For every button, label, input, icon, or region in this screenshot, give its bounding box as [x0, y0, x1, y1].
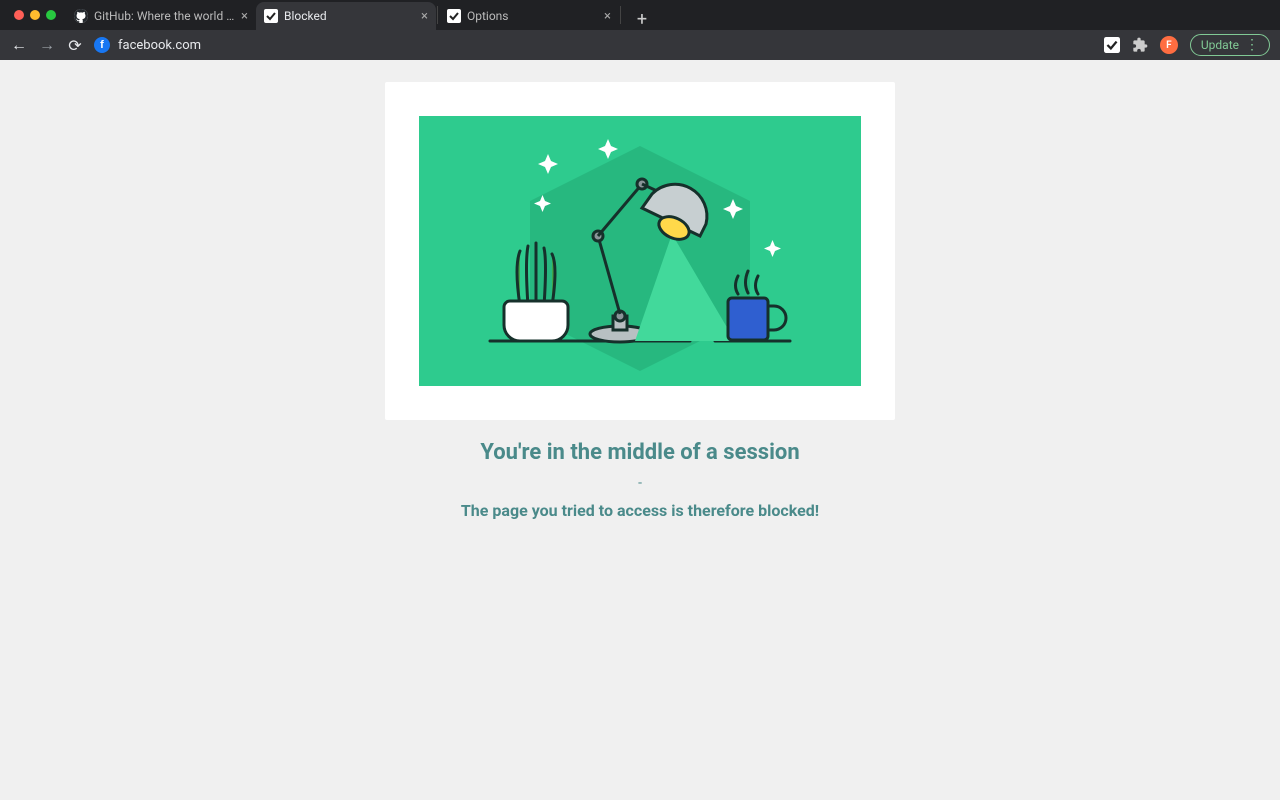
- window-close-button[interactable]: [14, 10, 24, 20]
- toolbar: ← → ⟳ f facebook.com F Update ⋮: [0, 30, 1280, 60]
- tab-strip: GitHub: Where the world build… × Blocked…: [0, 0, 1280, 30]
- close-icon[interactable]: ×: [604, 9, 611, 24]
- forward-button[interactable]: →: [38, 35, 56, 55]
- tab-title: GitHub: Where the world build…: [94, 9, 235, 23]
- tab-blocked[interactable]: Blocked ×: [256, 2, 436, 30]
- window-fullscreen-button[interactable]: [46, 10, 56, 20]
- hero-illustration: [419, 116, 861, 386]
- separator: -: [461, 475, 819, 491]
- site-favicon: f: [94, 37, 110, 53]
- close-icon[interactable]: ×: [241, 9, 248, 24]
- tab-divider: [437, 6, 438, 24]
- site-favicon-letter: f: [100, 39, 104, 51]
- tab-options[interactable]: Options ×: [439, 2, 619, 30]
- tab-divider: [620, 6, 621, 24]
- tabs: GitHub: Where the world build… × Blocked…: [66, 0, 654, 30]
- back-button[interactable]: ←: [10, 35, 28, 55]
- profile-letter: F: [1166, 40, 1172, 51]
- extension-icon: [264, 9, 278, 23]
- extension-icon: [447, 9, 461, 23]
- address-bar[interactable]: f facebook.com: [94, 37, 201, 53]
- toolbar-right: F Update ⋮: [1104, 34, 1270, 56]
- new-tab-button[interactable]: +: [630, 9, 654, 30]
- github-icon: [74, 9, 88, 23]
- extension-pinned-icon[interactable]: [1104, 37, 1120, 53]
- browser-chrome: GitHub: Where the world build… × Blocked…: [0, 0, 1280, 60]
- tab-github[interactable]: GitHub: Where the world build… ×: [66, 2, 256, 30]
- tab-title: Options: [467, 9, 598, 23]
- window-controls: [8, 10, 66, 20]
- extensions-icon[interactable]: [1132, 37, 1148, 53]
- close-icon[interactable]: ×: [421, 9, 428, 24]
- window-minimize-button[interactable]: [30, 10, 40, 20]
- profile-avatar[interactable]: F: [1160, 36, 1178, 54]
- page-viewport: You're in the middle of a session - The …: [0, 60, 1280, 800]
- blocked-message: You're in the middle of a session - The …: [461, 440, 819, 520]
- tab-title: Blocked: [284, 9, 415, 23]
- blocked-card: [385, 82, 895, 420]
- blocked-heading: You're in the middle of a session: [461, 440, 819, 465]
- blocked-subheading: The page you tried to access is therefor…: [461, 501, 819, 520]
- reload-button[interactable]: ⟳: [66, 36, 84, 55]
- update-label: Update: [1201, 38, 1239, 52]
- address-text: facebook.com: [118, 38, 201, 53]
- update-button[interactable]: Update ⋮: [1190, 34, 1270, 56]
